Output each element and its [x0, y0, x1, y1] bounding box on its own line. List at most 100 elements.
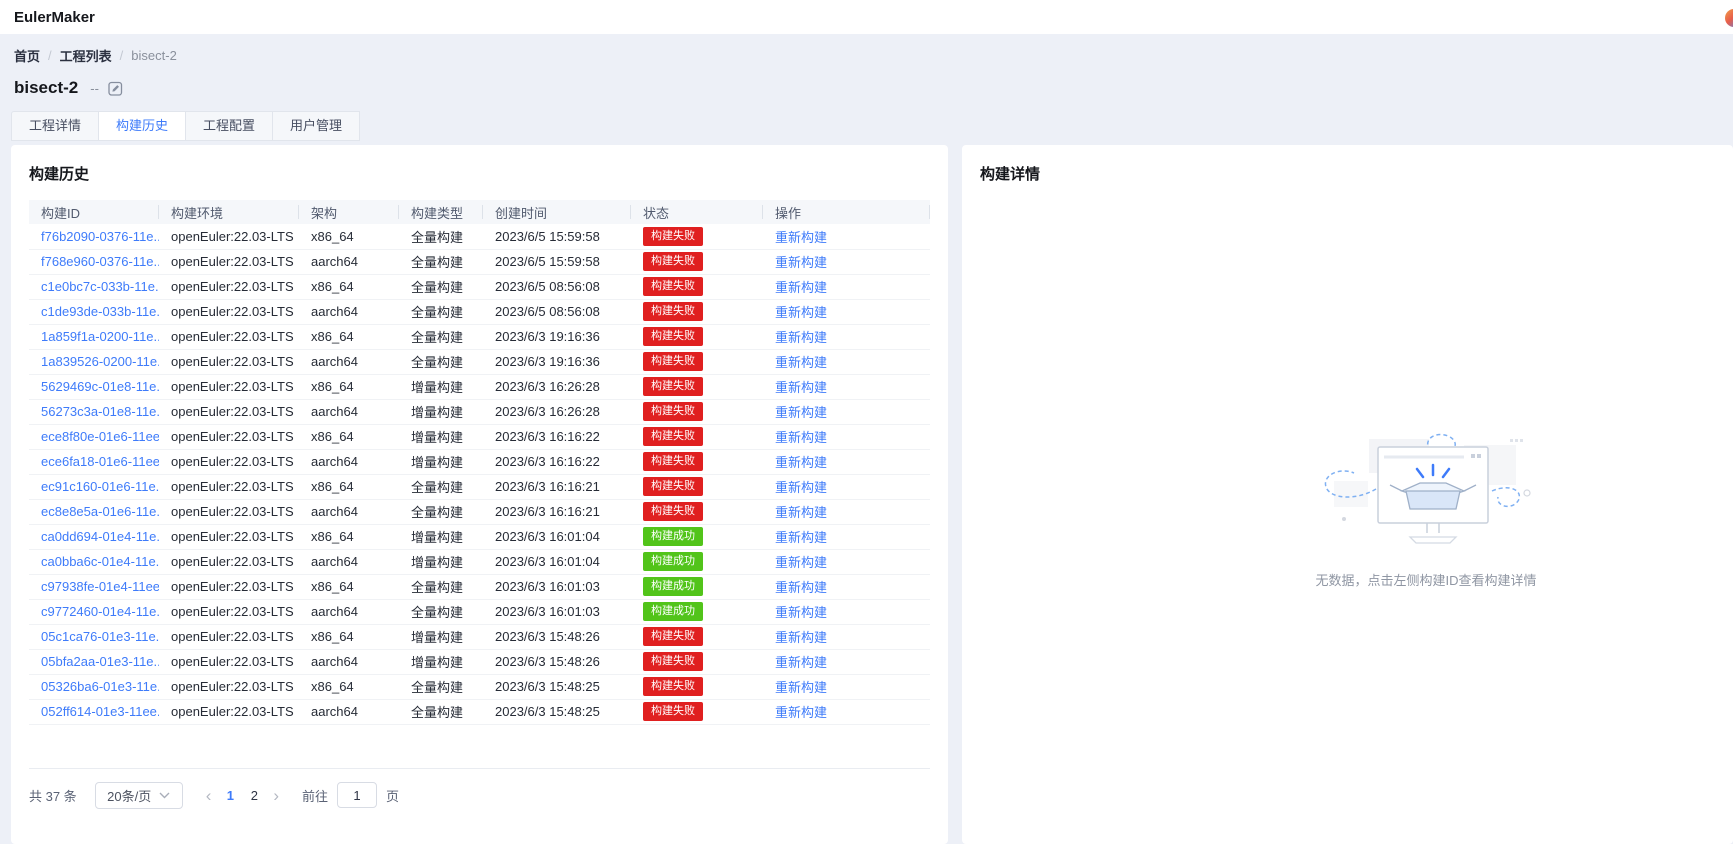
- app-header: EulerMaker: [0, 0, 1733, 34]
- build-id-link[interactable]: c1de93de-033b-11e...: [41, 304, 159, 319]
- cell-status: 构建失败: [631, 224, 763, 249]
- breadcrumb-item-wrap: 首页 /: [14, 46, 60, 65]
- empty-state: 无数据，点击左侧构建ID查看构建详情: [1256, 433, 1596, 589]
- breadcrumb-item[interactable]: bisect-2: [131, 48, 177, 63]
- build-id-link[interactable]: ec91c160-01e6-11e...: [41, 479, 159, 494]
- cell-build-type: 全量构建: [399, 274, 483, 299]
- rebuild-link[interactable]: 重新构建: [775, 330, 827, 345]
- cell-created-time: 2023/6/5 15:59:58: [483, 249, 631, 274]
- cell-created-time: 2023/6/5 08:56:08: [483, 299, 631, 324]
- cell-env: openEuler:22.03-LTS: [159, 524, 299, 549]
- status-badge: 构建失败: [643, 652, 703, 671]
- table-row: ec91c160-01e6-11e... openEuler:22.03-LTS…: [29, 474, 930, 499]
- rebuild-link[interactable]: 重新构建: [775, 605, 827, 620]
- build-detail-panel: 构建详情: [962, 145, 1733, 844]
- cell-env: openEuler:22.03-LTS: [159, 374, 299, 399]
- cell-env: openEuler:22.03-LTS: [159, 324, 299, 349]
- build-id-link[interactable]: 1a859f1a-0200-11e...: [41, 329, 159, 344]
- build-id-link[interactable]: c97938fe-01e4-11ee...: [41, 579, 159, 594]
- rebuild-link[interactable]: 重新构建: [775, 705, 827, 720]
- rebuild-link[interactable]: 重新构建: [775, 655, 827, 670]
- page-number-button[interactable]: 2: [242, 788, 266, 803]
- rebuild-link[interactable]: 重新构建: [775, 480, 827, 495]
- cell-build-type: 全量构建: [399, 699, 483, 724]
- cell-action: 重新构建: [763, 249, 930, 274]
- rebuild-link[interactable]: 重新构建: [775, 405, 827, 420]
- build-id-link[interactable]: 5629469c-01e8-11e...: [41, 379, 159, 394]
- build-id-link[interactable]: ece8f80e-01e6-11ee...: [41, 429, 159, 444]
- rebuild-link[interactable]: 重新构建: [775, 680, 827, 695]
- cell-env: openEuler:22.03-LTS: [159, 474, 299, 499]
- breadcrumb-item[interactable]: 首页: [14, 46, 40, 65]
- rebuild-link[interactable]: 重新构建: [775, 505, 827, 520]
- table-row: 05326ba6-01e3-11e... openEuler:22.03-LTS…: [29, 674, 930, 699]
- build-id-link[interactable]: 05c1ca76-01e3-11e...: [41, 629, 159, 644]
- prev-page-button[interactable]: ‹: [199, 787, 219, 804]
- rebuild-link[interactable]: 重新构建: [775, 455, 827, 470]
- status-badge: 构建失败: [643, 277, 703, 296]
- cell-status: 构建失败: [631, 299, 763, 324]
- edit-icon[interactable]: [108, 81, 123, 96]
- rebuild-link[interactable]: 重新构建: [775, 430, 827, 445]
- build-id-link[interactable]: ece6fa18-01e6-11ee...: [41, 454, 159, 469]
- page-size-select[interactable]: 20条/页: [95, 782, 183, 809]
- tab[interactable]: 工程详情: [11, 111, 99, 141]
- cell-build-type: 全量构建: [399, 349, 483, 374]
- rebuild-link[interactable]: 重新构建: [775, 230, 827, 245]
- build-id-link[interactable]: 05bfa2aa-01e3-11e...: [41, 654, 159, 669]
- cell-arch: x86_64: [299, 474, 399, 499]
- build-id-link[interactable]: 1a839526-0200-11e...: [41, 354, 159, 369]
- cell-build-type: 全量构建: [399, 474, 483, 499]
- goto-page-input[interactable]: [337, 782, 377, 808]
- status-badge: 构建失败: [643, 302, 703, 321]
- build-id-link[interactable]: c1e0bc7c-033b-11e...: [41, 279, 159, 294]
- build-id-link[interactable]: c9772460-01e4-11e...: [41, 604, 159, 619]
- cell-action: 重新构建: [763, 649, 930, 674]
- tab[interactable]: 工程配置: [185, 111, 273, 141]
- cell-status: 构建成功: [631, 524, 763, 549]
- build-id-link[interactable]: 052ff614-01e3-11ee...: [41, 704, 159, 719]
- breadcrumb-item[interactable]: 工程列表: [60, 46, 112, 65]
- rebuild-link[interactable]: 重新构建: [775, 255, 827, 270]
- table-row: 05c1ca76-01e3-11e... openEuler:22.03-LTS…: [29, 624, 930, 649]
- tab[interactable]: 构建历史: [98, 111, 186, 141]
- breadcrumb-item-wrap: 工程列表 /: [60, 46, 132, 65]
- rebuild-link[interactable]: 重新构建: [775, 380, 827, 395]
- cell-build-type: 增量构建: [399, 649, 483, 674]
- cell-action: 重新构建: [763, 699, 930, 724]
- status-badge: 构建失败: [643, 427, 703, 446]
- cell-status: 构建失败: [631, 424, 763, 449]
- cell-status: 构建失败: [631, 449, 763, 474]
- rebuild-link[interactable]: 重新构建: [775, 530, 827, 545]
- cell-build-id: c9772460-01e4-11e...: [29, 599, 159, 624]
- rebuild-link[interactable]: 重新构建: [775, 555, 827, 570]
- build-id-link[interactable]: ca0dd694-01e4-11e...: [41, 529, 159, 544]
- next-page-button[interactable]: ›: [266, 787, 286, 804]
- tab-label: 工程配置: [203, 118, 255, 133]
- build-id-link[interactable]: 56273c3a-01e8-11e...: [41, 404, 159, 419]
- cell-created-time: 2023/6/3 16:01:03: [483, 574, 631, 599]
- cell-build-id: ece8f80e-01e6-11ee...: [29, 424, 159, 449]
- build-id-link[interactable]: ec8e8e5a-01e6-11e...: [41, 504, 159, 519]
- build-id-link[interactable]: f768e960-0376-11e...: [41, 254, 159, 269]
- build-id-link[interactable]: 05326ba6-01e3-11e...: [41, 679, 159, 694]
- page-number-button[interactable]: 1: [218, 788, 242, 803]
- cell-build-id: 1a839526-0200-11e...: [29, 349, 159, 374]
- rebuild-link[interactable]: 重新构建: [775, 630, 827, 645]
- cell-status: 构建失败: [631, 274, 763, 299]
- breadcrumb-item-wrap: bisect-2 /: [131, 48, 177, 63]
- table-row: 1a859f1a-0200-11e... openEuler:22.03-LTS…: [29, 324, 930, 349]
- rebuild-link[interactable]: 重新构建: [775, 305, 827, 320]
- build-id-link[interactable]: f76b2090-0376-11e...: [41, 229, 159, 244]
- cell-build-id: f76b2090-0376-11e...: [29, 224, 159, 249]
- rebuild-link[interactable]: 重新构建: [775, 580, 827, 595]
- rebuild-link[interactable]: 重新构建: [775, 355, 827, 370]
- tab[interactable]: 用户管理: [272, 111, 360, 141]
- column-header: 构建类型: [399, 200, 483, 224]
- build-id-link[interactable]: ca0bba6c-01e4-11e...: [41, 554, 159, 569]
- rebuild-link[interactable]: 重新构建: [775, 280, 827, 295]
- pagination: 共 37 条 20条/页 ‹ 12 › 前往 页: [29, 782, 930, 809]
- table-row: f768e960-0376-11e... openEuler:22.03-LTS…: [29, 249, 930, 274]
- avatar[interactable]: [1725, 9, 1733, 27]
- cell-env: openEuler:22.03-LTS: [159, 699, 299, 724]
